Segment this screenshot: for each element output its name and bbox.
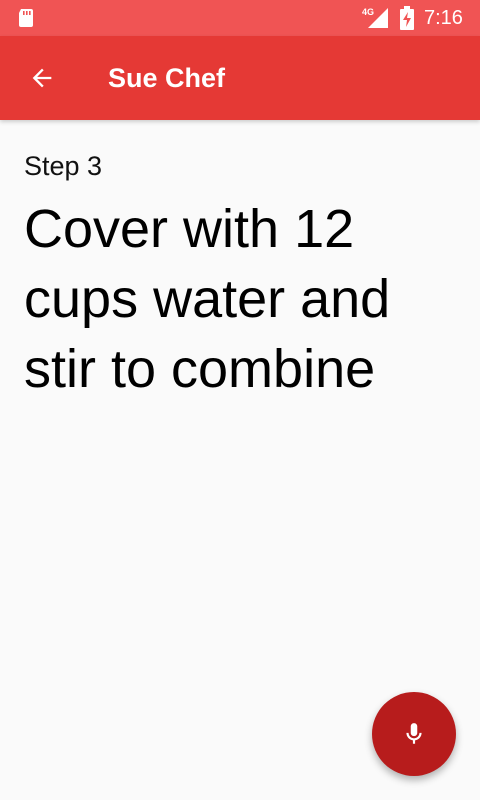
signal-icon: 4G [362,7,388,28]
status-bar: 4G 7:16 [0,0,480,36]
back-button[interactable] [18,54,66,102]
sd-card-icon [19,9,33,27]
status-time: 7:16 [424,7,463,29]
step-content: Step 3 Cover with 12 cups water and stir… [24,148,456,404]
arrow-back-icon [32,68,52,88]
step-instruction: Cover with 12 cups water and stir to com… [24,199,391,399]
microphone-icon [406,723,422,744]
app-bar: Sue Chef [0,36,480,120]
voice-input-button[interactable] [372,692,456,776]
network-type-label: 4G [362,7,374,17]
battery-charging-icon [400,6,414,30]
page-title: Sue Chef [108,63,226,93]
step-label: Step 3 [24,151,103,181]
